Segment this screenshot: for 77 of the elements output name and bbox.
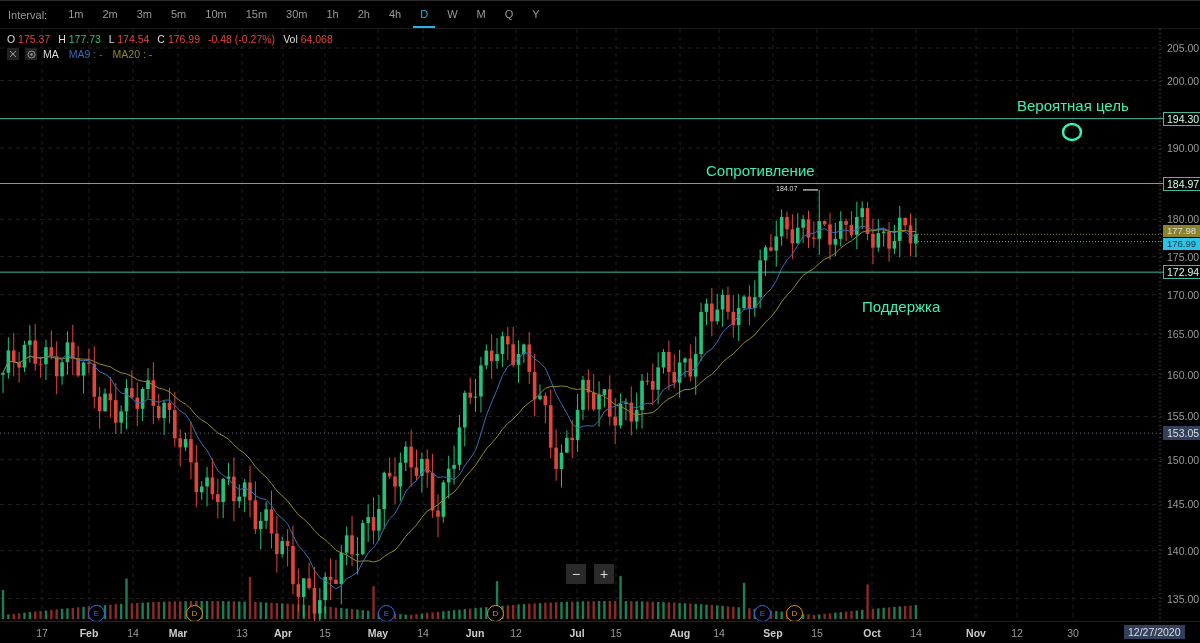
interval-label: Interval: [8,8,48,21]
ohlc-value: L 174.54 [108,33,150,45]
time-tick: 15 [610,627,622,639]
price-tick: 165.00 [1167,328,1200,341]
ohlc-value: C 176.99 [157,33,200,45]
time-tick: Jul [569,627,585,639]
indicator-name: MA [43,48,59,60]
price-tick: 175.00 [1167,250,1200,263]
level-price-tag: 184.97 [1163,176,1200,191]
time-tick: 13 [236,627,248,639]
target-circle [1061,122,1083,142]
chart-annotation[interactable]: Сопротивление [706,162,815,179]
time-tick: Apr [273,627,293,639]
level-line[interactable] [0,118,1163,120]
price-tick: 155.00 [1167,410,1200,423]
leader-line [802,189,819,191]
time-tick: Aug [669,627,691,639]
price-tick: 160.00 [1167,368,1200,381]
interval-tab[interactable]: W [440,1,465,28]
interval-tab[interactable]: 2h [350,1,377,28]
time-tick: Oct [863,627,881,639]
time-tick: Nov [966,627,986,639]
time-tick: Sep [763,627,783,639]
time-tick: 12 [510,627,522,639]
interval-tab[interactable]: 15m [238,1,275,28]
time-tick: 12 [1011,627,1023,639]
interval-tab[interactable]: 1m [61,1,91,28]
indicator-label: MA9 : - [68,48,103,60]
price-tick: 145.00 [1167,498,1200,511]
time-tick: 15 [319,627,331,639]
interval-tab[interactable]: 4h [382,1,409,28]
zoom-in-button[interactable]: + [594,564,614,584]
time-tick: Jun [465,627,485,639]
price-tick: 180.00 [1167,213,1200,226]
price-tick: 140.00 [1167,544,1200,557]
time-tick: May [367,627,389,639]
ohlc-value: O 175.37 [7,33,51,45]
crosshair-price-tag: 153.05 [1163,426,1200,441]
change-value: -0.48 (-0.27%) [208,33,276,45]
volume-value: Vol 64,068 [283,33,333,45]
time-tick: 17 [36,627,48,639]
price-tick: 205.00 [1167,42,1200,54]
interval-tab[interactable]: Q [497,1,521,28]
price-tick: 150.00 [1167,453,1200,466]
interval-tab[interactable]: 5m [164,1,194,28]
price-tick: 200.00 [1167,74,1200,87]
price-tick: 190.00 [1167,142,1200,155]
interval-tab[interactable]: D [413,1,436,28]
time-tick: 14 [713,627,725,639]
interval-tab[interactable]: 10m [198,1,234,28]
zoom-out-button[interactable]: − [566,564,586,584]
level-price-tag: 194.30 [1163,111,1200,126]
interval-tab[interactable]: 3m [129,1,159,28]
time-tick: 14 [910,627,922,639]
interval-tab[interactable]: 2m [95,1,125,28]
indicator-label: MA20 : - [112,48,153,60]
time-tick: 14 [127,627,139,639]
price-tag: 176.99 [1163,237,1200,250]
time-tick: 14 [417,627,429,639]
interval-tab[interactable]: Y [525,1,547,28]
time-tick: 30 [1067,627,1079,639]
time-tick: 15 [811,627,823,639]
time-tick: Feb [79,627,99,639]
chart-annotation[interactable]: Вероятная цель [1017,97,1129,114]
price-tag: 177.98 [1163,225,1200,238]
interval-tab[interactable]: 1h [319,1,346,28]
close-icon[interactable] [7,48,19,60]
price-tick: 135.00 [1167,592,1200,605]
settings-icon[interactable] [25,48,37,60]
interval-tab[interactable]: M [469,1,493,28]
level-price-tag: 172.94 [1163,265,1200,280]
interval-tab[interactable]: 30m [279,1,315,28]
ohlc-value: H 177.73 [58,33,101,45]
time-tick: Mar [168,627,188,639]
crosshair-date-tag: 12/27/2020 [1124,625,1185,639]
price-tick: 170.00 [1167,288,1200,301]
chart-annotation[interactable]: Поддержка [862,298,941,315]
